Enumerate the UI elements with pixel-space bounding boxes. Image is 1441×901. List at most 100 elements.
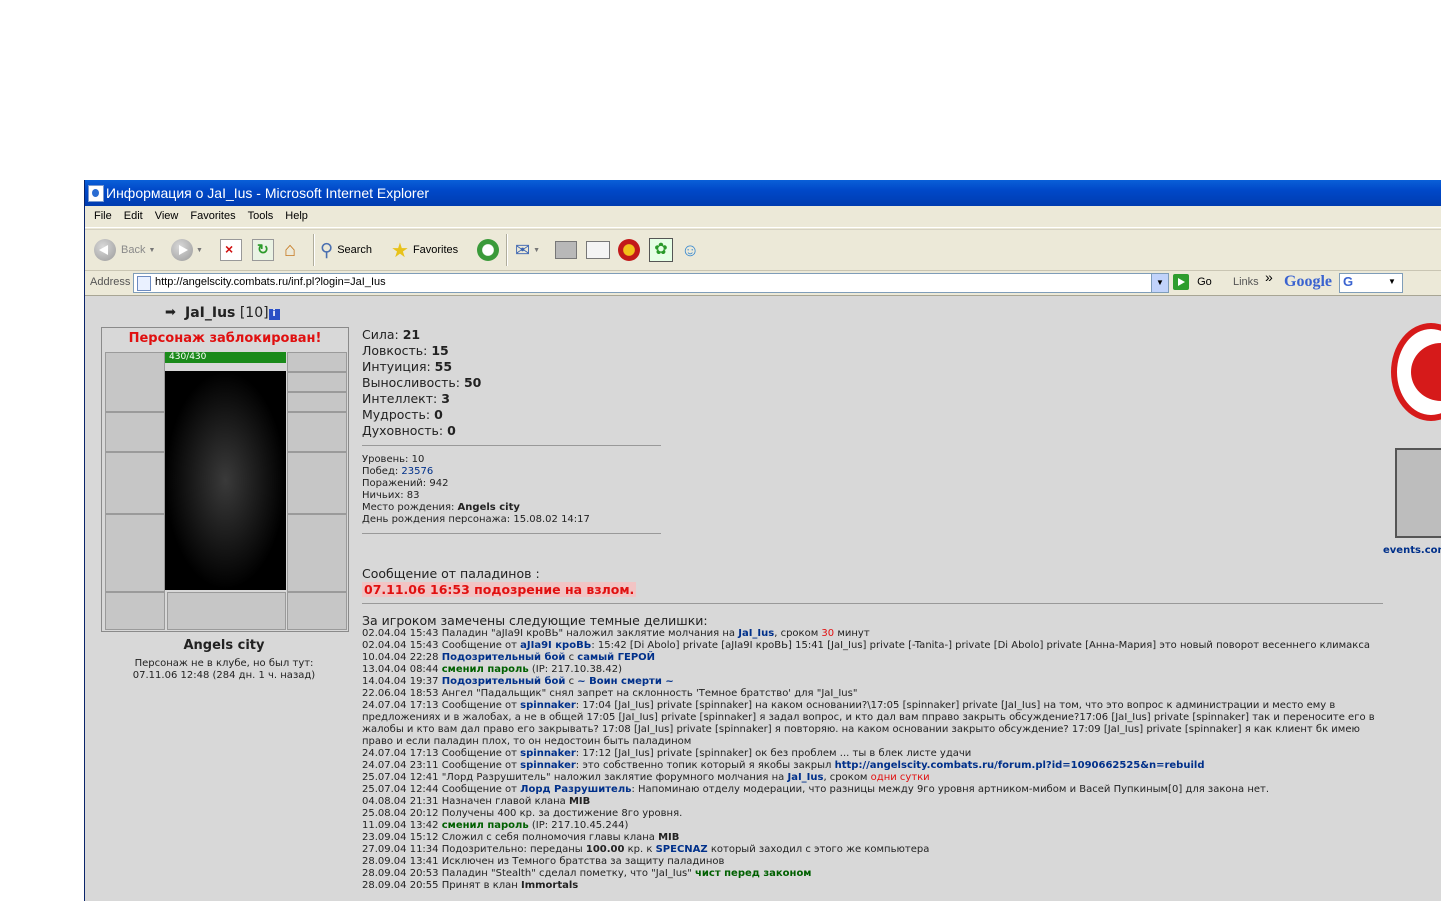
address-input[interactable]: http://angelscity.combats.ru/inf.pl?logi… xyxy=(133,273,1169,293)
casino-button[interactable] xyxy=(618,236,640,264)
title-bar[interactable]: Информация о JaI_Ius - Microsoft Interne… xyxy=(85,180,1441,206)
stat-label: Духовность: xyxy=(362,423,448,438)
last-seen-line2: 07.11.06 12:48 (284 дн. 1 ч. назад) xyxy=(132,670,316,681)
address-label: Address xyxy=(90,276,131,288)
icq-button[interactable]: ✿ xyxy=(649,236,673,264)
address-dropdown-button[interactable]: ▼ xyxy=(1151,274,1168,292)
stat-value: 15 xyxy=(431,343,449,358)
shield-slot[interactable] xyxy=(287,452,347,514)
menu-edit[interactable]: Edit xyxy=(118,206,149,227)
mail-button[interactable]: ✉ ▼ xyxy=(515,236,540,264)
stop-sign-icon[interactable] xyxy=(1391,323,1441,421)
log-entry: 28.09.04 13:41 Исключен из Темного братс… xyxy=(362,856,1386,868)
stop-button[interactable]: × xyxy=(220,236,242,264)
wins-link[interactable]: 23576 xyxy=(401,466,433,477)
last-seen: Персонаж не в клубе, но был тут: 07.11.0… xyxy=(101,658,347,682)
menu-bar: File Edit View Favorites Tools Help xyxy=(85,206,1441,228)
messenger-button[interactable]: ☺ xyxy=(681,236,699,264)
log-entry: 10.04.04 22:28 Подозрительный бой с самы… xyxy=(362,652,1386,664)
chevron-down-icon: ▼ xyxy=(1388,277,1396,286)
events-link[interactable]: events.com xyxy=(1383,545,1441,556)
log-text: 02.04.04 15:43 Сообщение от xyxy=(362,640,521,651)
log-link[interactable]: JaI_Ius xyxy=(738,628,774,639)
amulet-slot[interactable] xyxy=(287,372,347,392)
menu-view[interactable]: View xyxy=(149,206,185,227)
stat-value: 3 xyxy=(441,391,450,406)
history-button[interactable] xyxy=(477,236,499,264)
last-seen-line1: Персонаж не в клубе, но был тут: xyxy=(134,658,314,669)
detail-level: Уровень: 10 xyxy=(362,454,425,465)
rune-slot[interactable] xyxy=(167,592,286,630)
character-name: JaI_Ius xyxy=(185,305,236,321)
log-entry: 25.07.04 12:41 "Лорд Разрушитель" наложи… xyxy=(362,772,1386,784)
log-link[interactable]: JaI_Ius xyxy=(787,772,823,783)
log-entry: 28.09.04 20:55 Принят в клан Immortals xyxy=(362,880,1386,892)
armor-slot[interactable] xyxy=(105,514,165,592)
go-button[interactable]: Go xyxy=(1173,274,1212,290)
log-entry: 23.09.04 15:12 Сложил с себя полномочия … xyxy=(362,832,1386,844)
log-link[interactable]: Подозрительный бой xyxy=(442,676,566,687)
forward-button[interactable]: ▼ xyxy=(171,236,203,264)
log-link[interactable]: Лорд Разрушитель xyxy=(520,784,631,795)
log-link[interactable]: ~ Воин смерти ~ xyxy=(577,676,673,687)
toolbar-separator xyxy=(313,234,315,266)
info-icon[interactable]: i xyxy=(268,309,280,320)
log-link[interactable]: http://angelscity.combats.ru/forum.pl?id… xyxy=(835,760,1205,771)
log-link[interactable]: аJIа9I кроВЬ xyxy=(520,640,591,651)
events-banner-icon[interactable] xyxy=(1395,448,1441,538)
log-entry: 25.08.04 20:12 Получены 400 кр. за дости… xyxy=(362,808,1386,820)
menu-favorites[interactable]: Favorites xyxy=(184,206,241,227)
edit-button[interactable] xyxy=(586,236,610,264)
menu-help[interactable]: Help xyxy=(279,206,314,227)
log-link[interactable]: spinnaker xyxy=(520,748,576,759)
log-text: , сроком xyxy=(823,772,871,783)
character-doll[interactable] xyxy=(165,371,286,590)
links-button[interactable]: Links xyxy=(1233,276,1259,288)
forward-arrow-icon xyxy=(171,239,193,261)
character-box: Персонаж заблокирован! 430/430 xyxy=(101,327,349,632)
log-link[interactable]: SPECNAZ xyxy=(656,844,708,855)
home-button[interactable]: ⌂ xyxy=(284,236,296,264)
log-text: кр. к xyxy=(624,844,656,855)
menu-file[interactable]: File xyxy=(88,206,118,227)
chevron-right-icon[interactable]: » xyxy=(1265,269,1273,285)
bracers-slot[interactable] xyxy=(105,412,165,452)
log-link[interactable]: spinnaker xyxy=(520,700,576,711)
rings-slot[interactable] xyxy=(287,392,347,412)
log-link[interactable]: самый ГЕРОЙ xyxy=(577,652,655,663)
google-search-box[interactable]: G ▼ xyxy=(1339,273,1403,293)
favorites-button[interactable]: ★ Favorites xyxy=(391,236,458,264)
log-text: 13.04.04 08:44 xyxy=(362,664,442,675)
log-text: 28.09.04 20:53 Паладин "Stealth" сделал … xyxy=(362,868,696,879)
leggings-slot[interactable] xyxy=(287,514,347,592)
stat-value: 55 xyxy=(434,359,453,374)
stat-row: Духовность: 0 xyxy=(362,423,481,439)
belt-slot[interactable] xyxy=(105,592,165,630)
back-button[interactable]: Back ▼ xyxy=(94,236,155,264)
helmet-slot[interactable] xyxy=(105,352,165,412)
weapon-slot[interactable] xyxy=(105,452,165,514)
print-button[interactable] xyxy=(555,236,577,264)
menu-tools[interactable]: Tools xyxy=(242,206,280,227)
log-link[interactable]: spinnaker xyxy=(520,760,576,771)
edit-icon xyxy=(586,241,610,259)
google-g-icon: G xyxy=(1343,274,1354,289)
ie-window: Информация о JaI_Ius - Microsoft Interne… xyxy=(84,180,1441,901)
address-url: http://angelscity.combats.ru/inf.pl?logi… xyxy=(155,276,386,288)
boots-slot[interactable] xyxy=(287,592,347,630)
log-highlight: Immortals xyxy=(520,880,579,891)
log-entry: 14.04.04 19:37 Подозрительный бой с ~ Во… xyxy=(362,676,1386,688)
log-highlight: одни сутки xyxy=(870,772,930,783)
gloves-slot[interactable] xyxy=(287,412,347,452)
log-link[interactable]: Подозрительный бой xyxy=(442,652,566,663)
log-highlight: MIB xyxy=(658,832,680,843)
log-text: с xyxy=(565,652,578,663)
birthplace-value: Angels city xyxy=(457,502,520,513)
hp-value: 430/430 xyxy=(169,352,207,362)
earrings-slot[interactable] xyxy=(287,352,347,372)
search-button[interactable]: ⚲ Search xyxy=(320,236,372,264)
hp-bar: 430/430 xyxy=(165,352,286,363)
birthplace-label: Место рождения: xyxy=(362,502,458,513)
stat-row: Мудрость: 0 xyxy=(362,407,481,423)
refresh-button[interactable]: ↻ xyxy=(252,236,274,264)
